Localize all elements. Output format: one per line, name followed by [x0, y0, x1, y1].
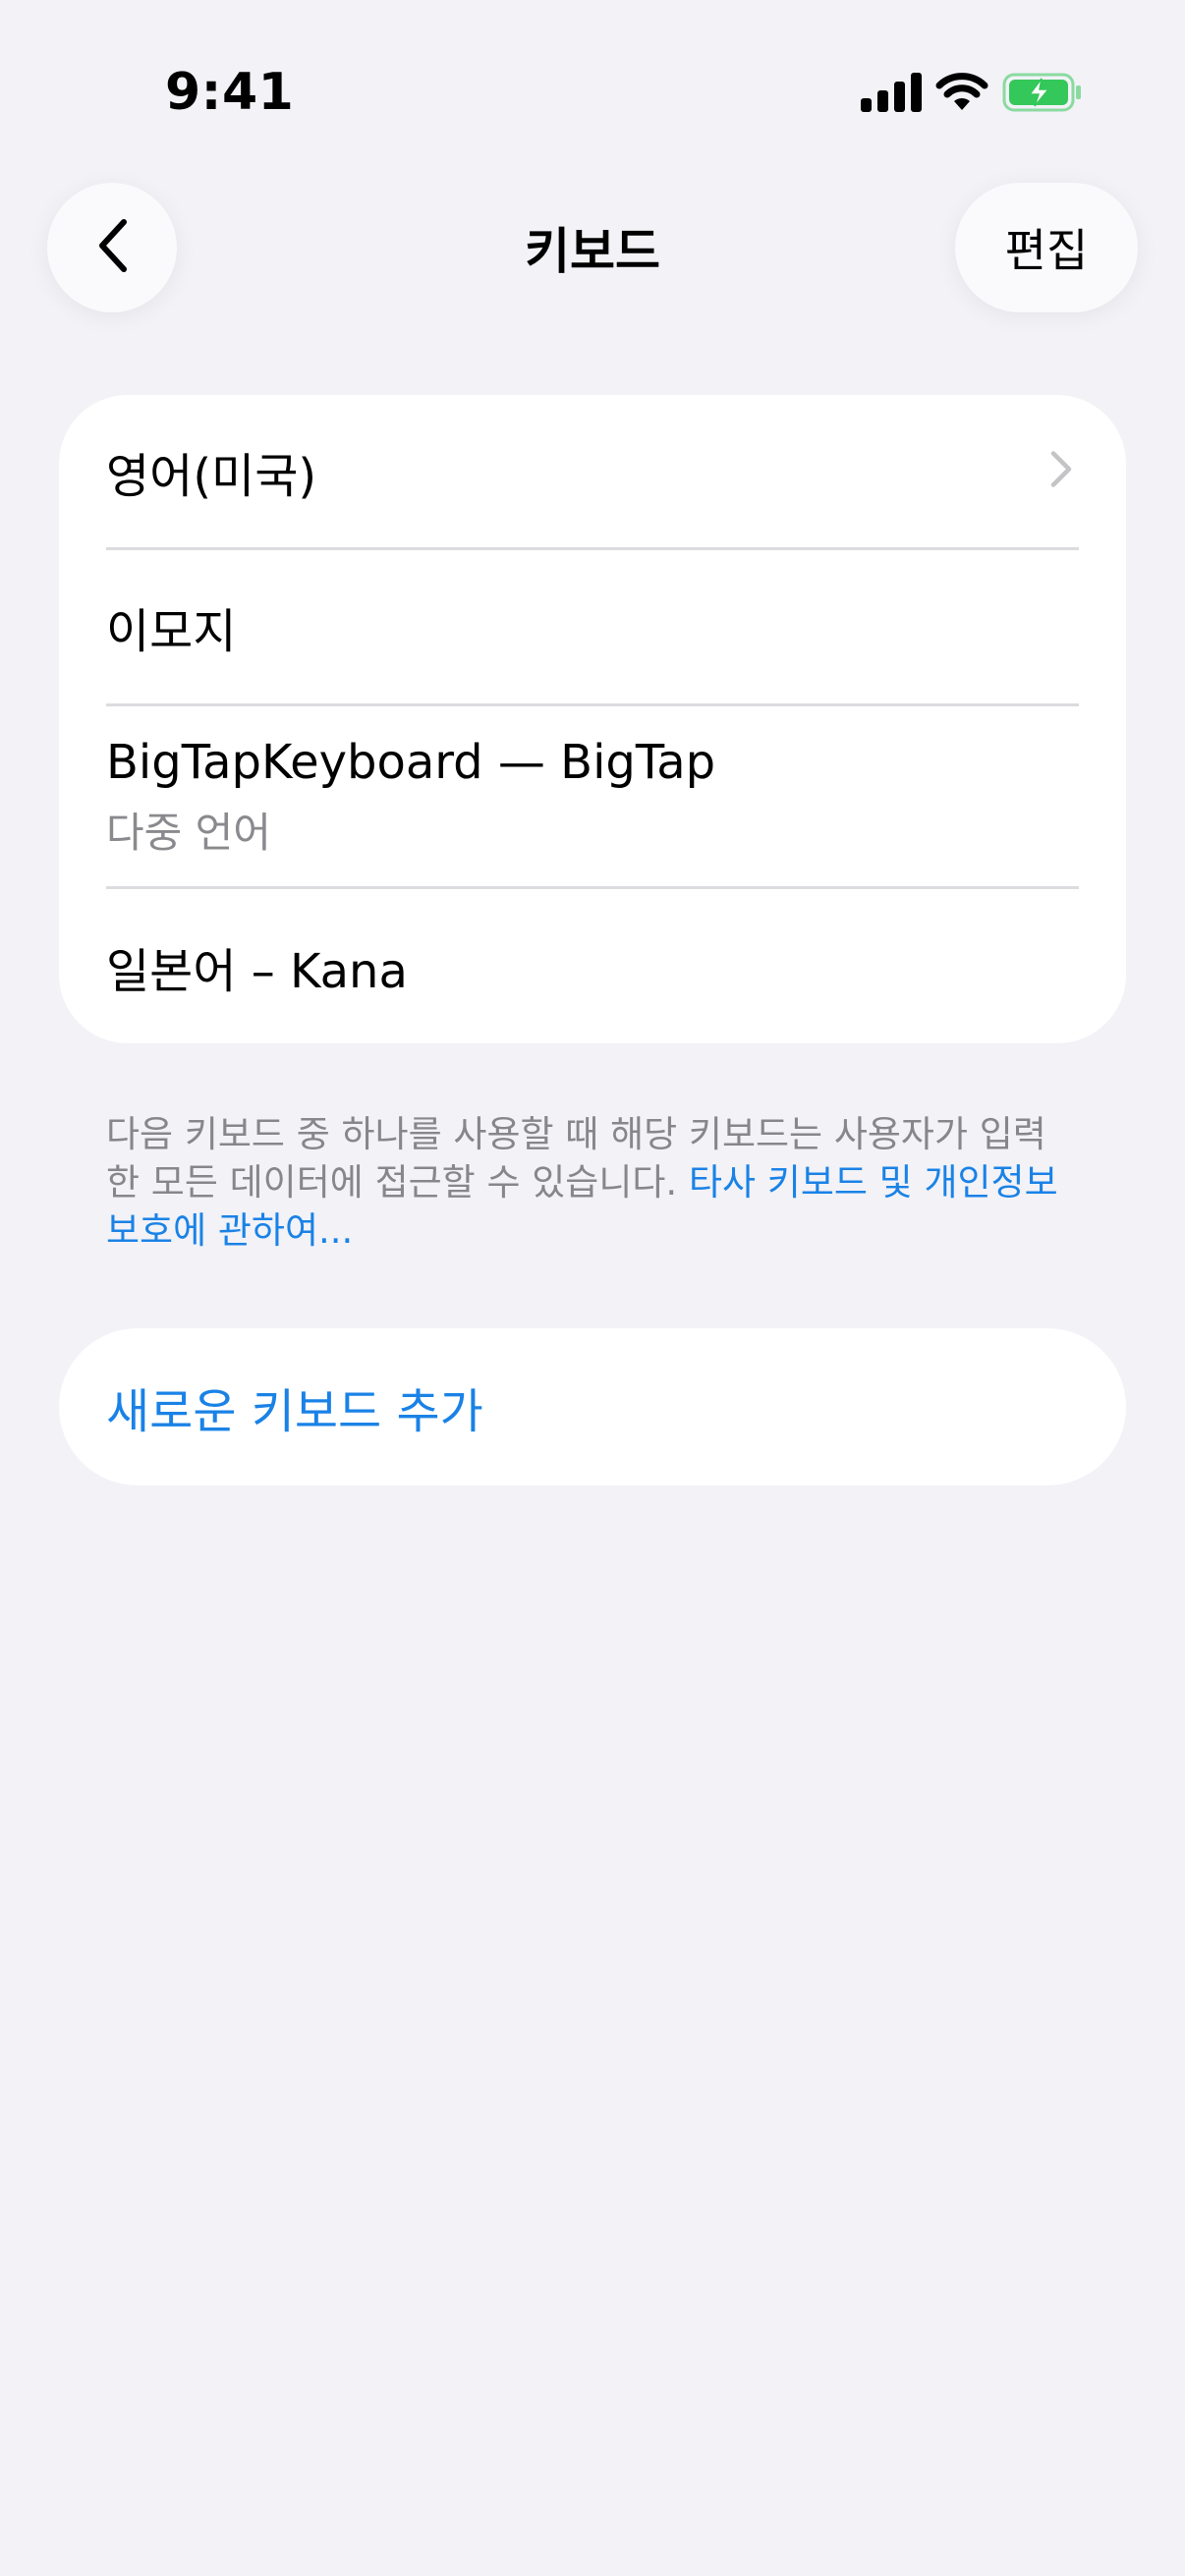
edit-button[interactable]: 편집: [955, 183, 1138, 312]
keyboards-list: 영어(미국) 이모지 BigTapKeyboard — BigTap 다중 언어…: [59, 395, 1126, 1043]
battery-charging-icon: [1002, 73, 1083, 117]
list-item-keyboard-emoji[interactable]: 이모지: [106, 550, 1079, 703]
status-bar: 9:41: [0, 0, 1185, 187]
cellular-signal-icon: [861, 73, 922, 117]
list-item-label: BigTapKeyboard — BigTap: [106, 734, 716, 790]
list-item-subtitle: 다중 언어: [106, 808, 271, 857]
list-item-label: 영어(미국): [106, 449, 317, 504]
add-new-keyboard-label: 새로운 키보드 추가: [106, 1384, 483, 1439]
wifi-icon: [935, 73, 988, 117]
list-item-keyboard-japanese-kana[interactable]: 일본어 – Kana: [106, 889, 1079, 1043]
add-new-keyboard-button[interactable]: 새로운 키보드 추가: [59, 1328, 1126, 1485]
chevron-right-icon: [1049, 450, 1073, 494]
status-time: 9:41: [165, 63, 295, 122]
list-item-keyboard-english-us[interactable]: 영어(미국): [106, 395, 1079, 548]
privacy-note: 다음 키보드 중 하나를 사용할 때 해당 키보드는 사용자가 입력한 모든 데…: [106, 1110, 1079, 1255]
list-item-label: 일본어 – Kana: [106, 943, 408, 999]
status-icons: [861, 73, 1083, 117]
list-item-label: 이모지: [106, 604, 237, 659]
list-item-keyboard-bigtap[interactable]: BigTapKeyboard — BigTap 다중 언어: [106, 706, 1079, 887]
